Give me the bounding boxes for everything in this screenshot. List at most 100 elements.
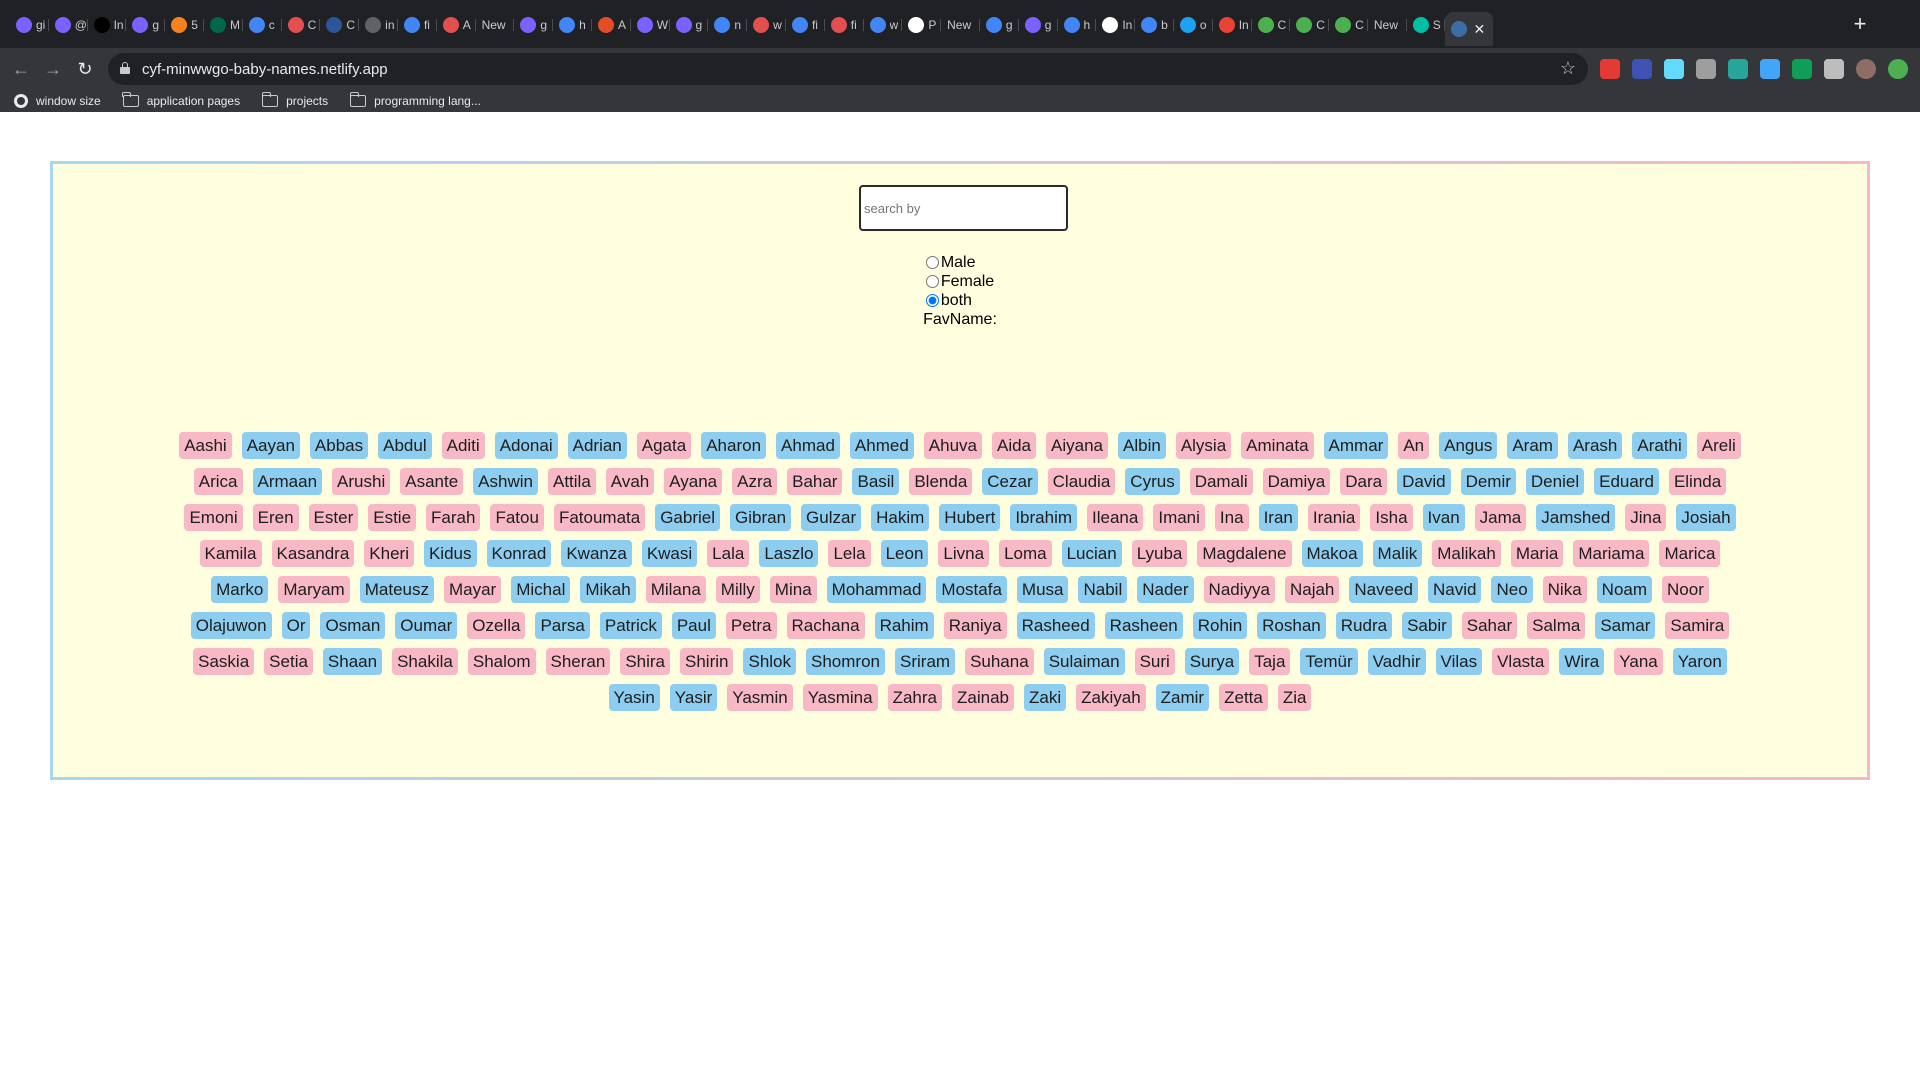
name-chip[interactable]: Sabir (1402, 612, 1452, 639)
name-chip[interactable]: Rasheed (1016, 612, 1095, 639)
name-chip[interactable]: Michal (511, 576, 571, 603)
name-chip[interactable]: Mostafa (936, 576, 1007, 603)
name-chip[interactable]: Dara (1340, 468, 1388, 495)
name-chip[interactable]: Blenda (909, 468, 973, 495)
browser-tab[interactable]: 5 (165, 12, 204, 38)
bookmark-star-icon[interactable]: ☆ (1560, 58, 1576, 79)
gender-radio-male[interactable] (925, 256, 939, 269)
browser-tab[interactable]: o (1174, 12, 1213, 38)
gender-radio-female[interactable] (925, 275, 939, 288)
name-chip[interactable]: Or (281, 612, 311, 639)
name-chip[interactable]: Aram (1507, 432, 1558, 459)
name-chip[interactable]: Hakim (871, 504, 930, 531)
name-chip[interactable]: Abdul (378, 432, 432, 459)
name-chip[interactable]: Konrad (486, 540, 552, 567)
name-chip[interactable]: Malikah (1432, 540, 1501, 567)
name-chip[interactable]: Petra (725, 612, 777, 639)
browser-tab[interactable]: C (282, 12, 321, 38)
grey-extension-icon[interactable] (1696, 59, 1716, 79)
bookmark-item[interactable]: window size (14, 94, 101, 108)
name-chip[interactable]: Noam (1596, 576, 1653, 603)
name-chip[interactable]: Kwasi (641, 540, 698, 567)
name-chip[interactable]: Suhana (965, 648, 1034, 675)
name-chip[interactable]: Damali (1189, 468, 1253, 495)
lock-icon[interactable] (120, 62, 130, 74)
browser-tab[interactable]: P (902, 12, 941, 38)
name-chip[interactable]: Iran (1258, 504, 1298, 531)
name-chip[interactable]: Gulzar (801, 504, 862, 531)
name-chip[interactable]: Basil (852, 468, 900, 495)
name-chip[interactable]: Loma (999, 540, 1052, 567)
name-chip[interactable]: Yaron (1672, 648, 1727, 675)
name-chip[interactable]: Patrick (599, 612, 662, 639)
browser-tab[interactable]: C (1252, 12, 1291, 38)
react-devtools-icon[interactable] (1664, 59, 1684, 79)
browser-tab[interactable]: g (514, 12, 553, 38)
name-chip[interactable]: Emoni (184, 504, 243, 531)
gender-radio-both[interactable] (925, 294, 939, 307)
browser-tab[interactable]: M (204, 12, 243, 38)
name-chip[interactable]: Shomron (806, 648, 885, 675)
puzzle-icon[interactable] (1824, 59, 1844, 79)
browser-tab[interactable]: C (320, 12, 359, 38)
red-extension-icon[interactable] (1600, 59, 1620, 79)
name-chip[interactable]: Zaki (1024, 684, 1067, 711)
name-chip[interactable]: Kasandra (271, 540, 355, 567)
bookmark-item[interactable]: programming lang... (349, 92, 481, 108)
name-chip[interactable]: Zainab (952, 684, 1014, 711)
name-chip[interactable]: Rachana (786, 612, 865, 639)
name-chip[interactable]: Raniya (943, 612, 1007, 639)
new-tab-button[interactable]: + (1846, 11, 1874, 39)
name-chip[interactable]: Albin (1118, 432, 1166, 459)
name-chip[interactable]: Farah (426, 504, 481, 531)
name-chip[interactable]: Nadiyya (1203, 576, 1275, 603)
name-chip[interactable]: Rasheen (1104, 612, 1183, 639)
name-chip[interactable]: Naveed (1349, 576, 1418, 603)
browser-tab[interactable]: C (1290, 12, 1329, 38)
name-chip[interactable]: Mikah (580, 576, 636, 603)
name-chip[interactable]: Yasir (669, 684, 718, 711)
name-chip[interactable]: Sheran (545, 648, 611, 675)
back-button[interactable]: ← (8, 56, 34, 82)
browser-tab[interactable]: g (670, 12, 709, 38)
name-chip[interactable]: Surya (1184, 648, 1240, 675)
name-chip[interactable]: Zakiyah (1076, 684, 1146, 711)
name-chip[interactable]: Olajuwon (190, 612, 272, 639)
name-chip[interactable]: Mariama (1573, 540, 1650, 567)
browser-tab[interactable]: g (980, 12, 1019, 38)
reload-button[interactable]: ↻ (72, 56, 98, 82)
name-chip[interactable]: Ayana (664, 468, 723, 495)
name-chip[interactable]: Temür (1300, 648, 1358, 675)
green-g-extension-icon[interactable] (1792, 59, 1812, 79)
name-chip[interactable]: Ahmad (776, 432, 840, 459)
name-chip[interactable]: Malik (1372, 540, 1423, 567)
browser-tab[interactable]: C (1329, 12, 1368, 38)
name-chip[interactable]: Hubert (939, 504, 1001, 531)
name-chip[interactable]: Oumar (395, 612, 458, 639)
name-chip[interactable]: Mina (769, 576, 817, 603)
address-bar[interactable]: cyf-minwwgo-baby-names.netlify.app ☆ (108, 53, 1588, 85)
name-chip[interactable]: Marko (211, 576, 269, 603)
name-chip[interactable]: Ibrahim (1010, 504, 1078, 531)
name-chip[interactable]: Kwanza (561, 540, 632, 567)
name-chip[interactable]: Isha (1370, 504, 1413, 531)
name-chip[interactable]: Bahar (787, 468, 843, 495)
name-chip[interactable]: Marica (1659, 540, 1721, 567)
name-chip[interactable]: Paul (671, 612, 716, 639)
name-chip[interactable]: Nabil (1078, 576, 1128, 603)
name-chip[interactable]: Zamir (1155, 684, 1210, 711)
name-chip[interactable]: Ahmed (849, 432, 914, 459)
name-chip[interactable]: Arash (1567, 432, 1623, 459)
name-chip[interactable]: Eduard (1594, 468, 1659, 495)
browser-tab[interactable]: In (88, 12, 127, 38)
browser-tab[interactable]: In (1096, 12, 1135, 38)
name-chip[interactable]: Aashi (179, 432, 232, 459)
url-text[interactable]: cyf-minwwgo-baby-names.netlify.app (142, 61, 388, 78)
name-chip[interactable]: Taja (1249, 648, 1291, 675)
name-chip[interactable]: Roshan (1257, 612, 1326, 639)
name-chip[interactable]: Jamshed (1536, 504, 1616, 531)
bookmark-item[interactable]: projects (261, 92, 328, 108)
name-chip[interactable]: Zetta (1219, 684, 1268, 711)
name-chip[interactable]: Shalom (467, 648, 536, 675)
name-chip[interactable]: Lela (828, 540, 871, 567)
